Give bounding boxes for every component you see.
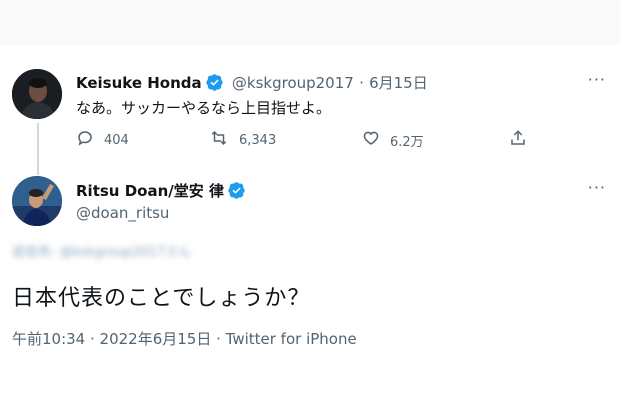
verified-badge-icon — [206, 74, 223, 95]
reply-button[interactable]: 404 — [76, 129, 129, 151]
tweet-date[interactable]: 6月15日 — [369, 74, 428, 92]
like-button[interactable]: 6.2万 — [362, 129, 424, 151]
author-name[interactable]: Keisuke Honda — [76, 74, 202, 92]
share-icon — [509, 129, 537, 151]
retweet-icon — [209, 129, 239, 151]
retweet-button[interactable]: 6,343 — [209, 129, 276, 151]
verified-badge-icon — [228, 182, 245, 203]
more-options-icon[interactable]: ··· — [588, 178, 606, 197]
tweet1-header: Keisuke Honda @kskgroup2017 · 6月15日 — [76, 72, 428, 95]
avatar-keisuke-honda[interactable] — [12, 69, 62, 119]
like-count: 6.2万 — [390, 134, 424, 150]
separator: · — [359, 74, 364, 92]
reply-context-blurred: 返信先: @kskgroup2017さん — [12, 245, 192, 260]
author-name[interactable]: Ritsu Doan/堂安 律 — [76, 182, 224, 200]
tweet2-text: 日本代表のことでしょうか？ — [12, 286, 311, 311]
avatar-ritsu-doan[interactable] — [12, 176, 62, 226]
tweet1-text: なあ。サッカーやるなら上目指せよ。 — [76, 99, 332, 117]
share-button[interactable] — [509, 129, 537, 151]
tweet-timestamp[interactable]: 午前10:34 · 2022年6月15日 · Twitter for iPhon… — [12, 328, 357, 349]
author-handle[interactable]: @kskgroup2017 — [232, 74, 354, 92]
more-options-icon[interactable]: ··· — [588, 70, 606, 89]
retweet-count: 6,343 — [239, 132, 277, 148]
reply-count: 404 — [104, 132, 129, 148]
author-handle[interactable]: @doan_ritsu — [76, 204, 169, 222]
thread-line — [37, 123, 39, 175]
heart-icon — [362, 129, 390, 151]
tweet1-actions: 404 6,343 6.2万 — [76, 129, 536, 151]
reply-icon — [76, 129, 104, 151]
tweet2-header: Ritsu Doan/堂安 律 — [76, 180, 245, 203]
